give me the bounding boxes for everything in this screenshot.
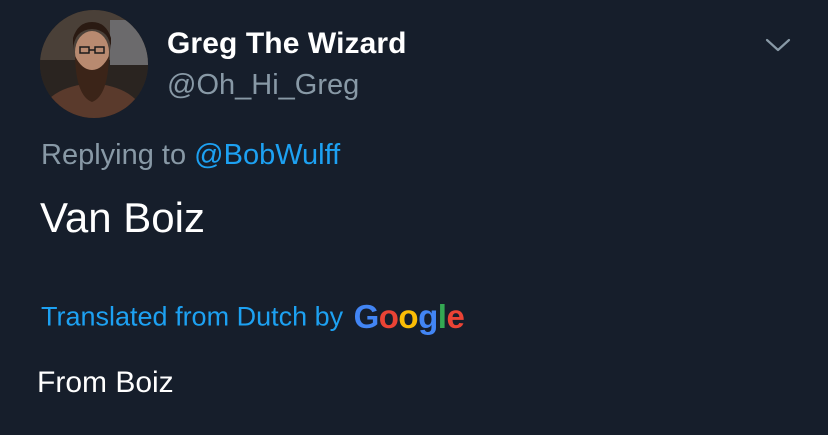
more-options-button[interactable] xyxy=(760,30,796,60)
author-handle[interactable]: @Oh_Hi_Greg xyxy=(167,69,359,102)
google-logo-letter: G xyxy=(353,298,380,335)
google-logo-letter: g xyxy=(418,298,438,335)
google-logo-letter: o xyxy=(398,298,419,335)
replying-to-label: Replying to xyxy=(41,139,195,171)
google-logo-letter: o xyxy=(378,298,399,335)
avatar-photo xyxy=(40,10,148,118)
google-logo-letter: e xyxy=(446,298,465,335)
replying-to-line: Replying to @BobWulff xyxy=(41,139,340,172)
google-logo: Google xyxy=(354,298,465,336)
translated-label: Translated from Dutch by xyxy=(41,301,344,332)
translated-text: From Boiz xyxy=(37,366,174,399)
avatar[interactable] xyxy=(40,10,148,118)
author-display-name[interactable]: Greg The Wizard xyxy=(167,27,407,61)
translation-attribution[interactable]: Translated from Dutch by Google xyxy=(41,298,465,338)
reply-mention-link[interactable]: @BobWulff xyxy=(194,139,340,171)
tweet-text: Van Boiz xyxy=(40,194,205,241)
chevron-down-icon xyxy=(765,38,791,52)
